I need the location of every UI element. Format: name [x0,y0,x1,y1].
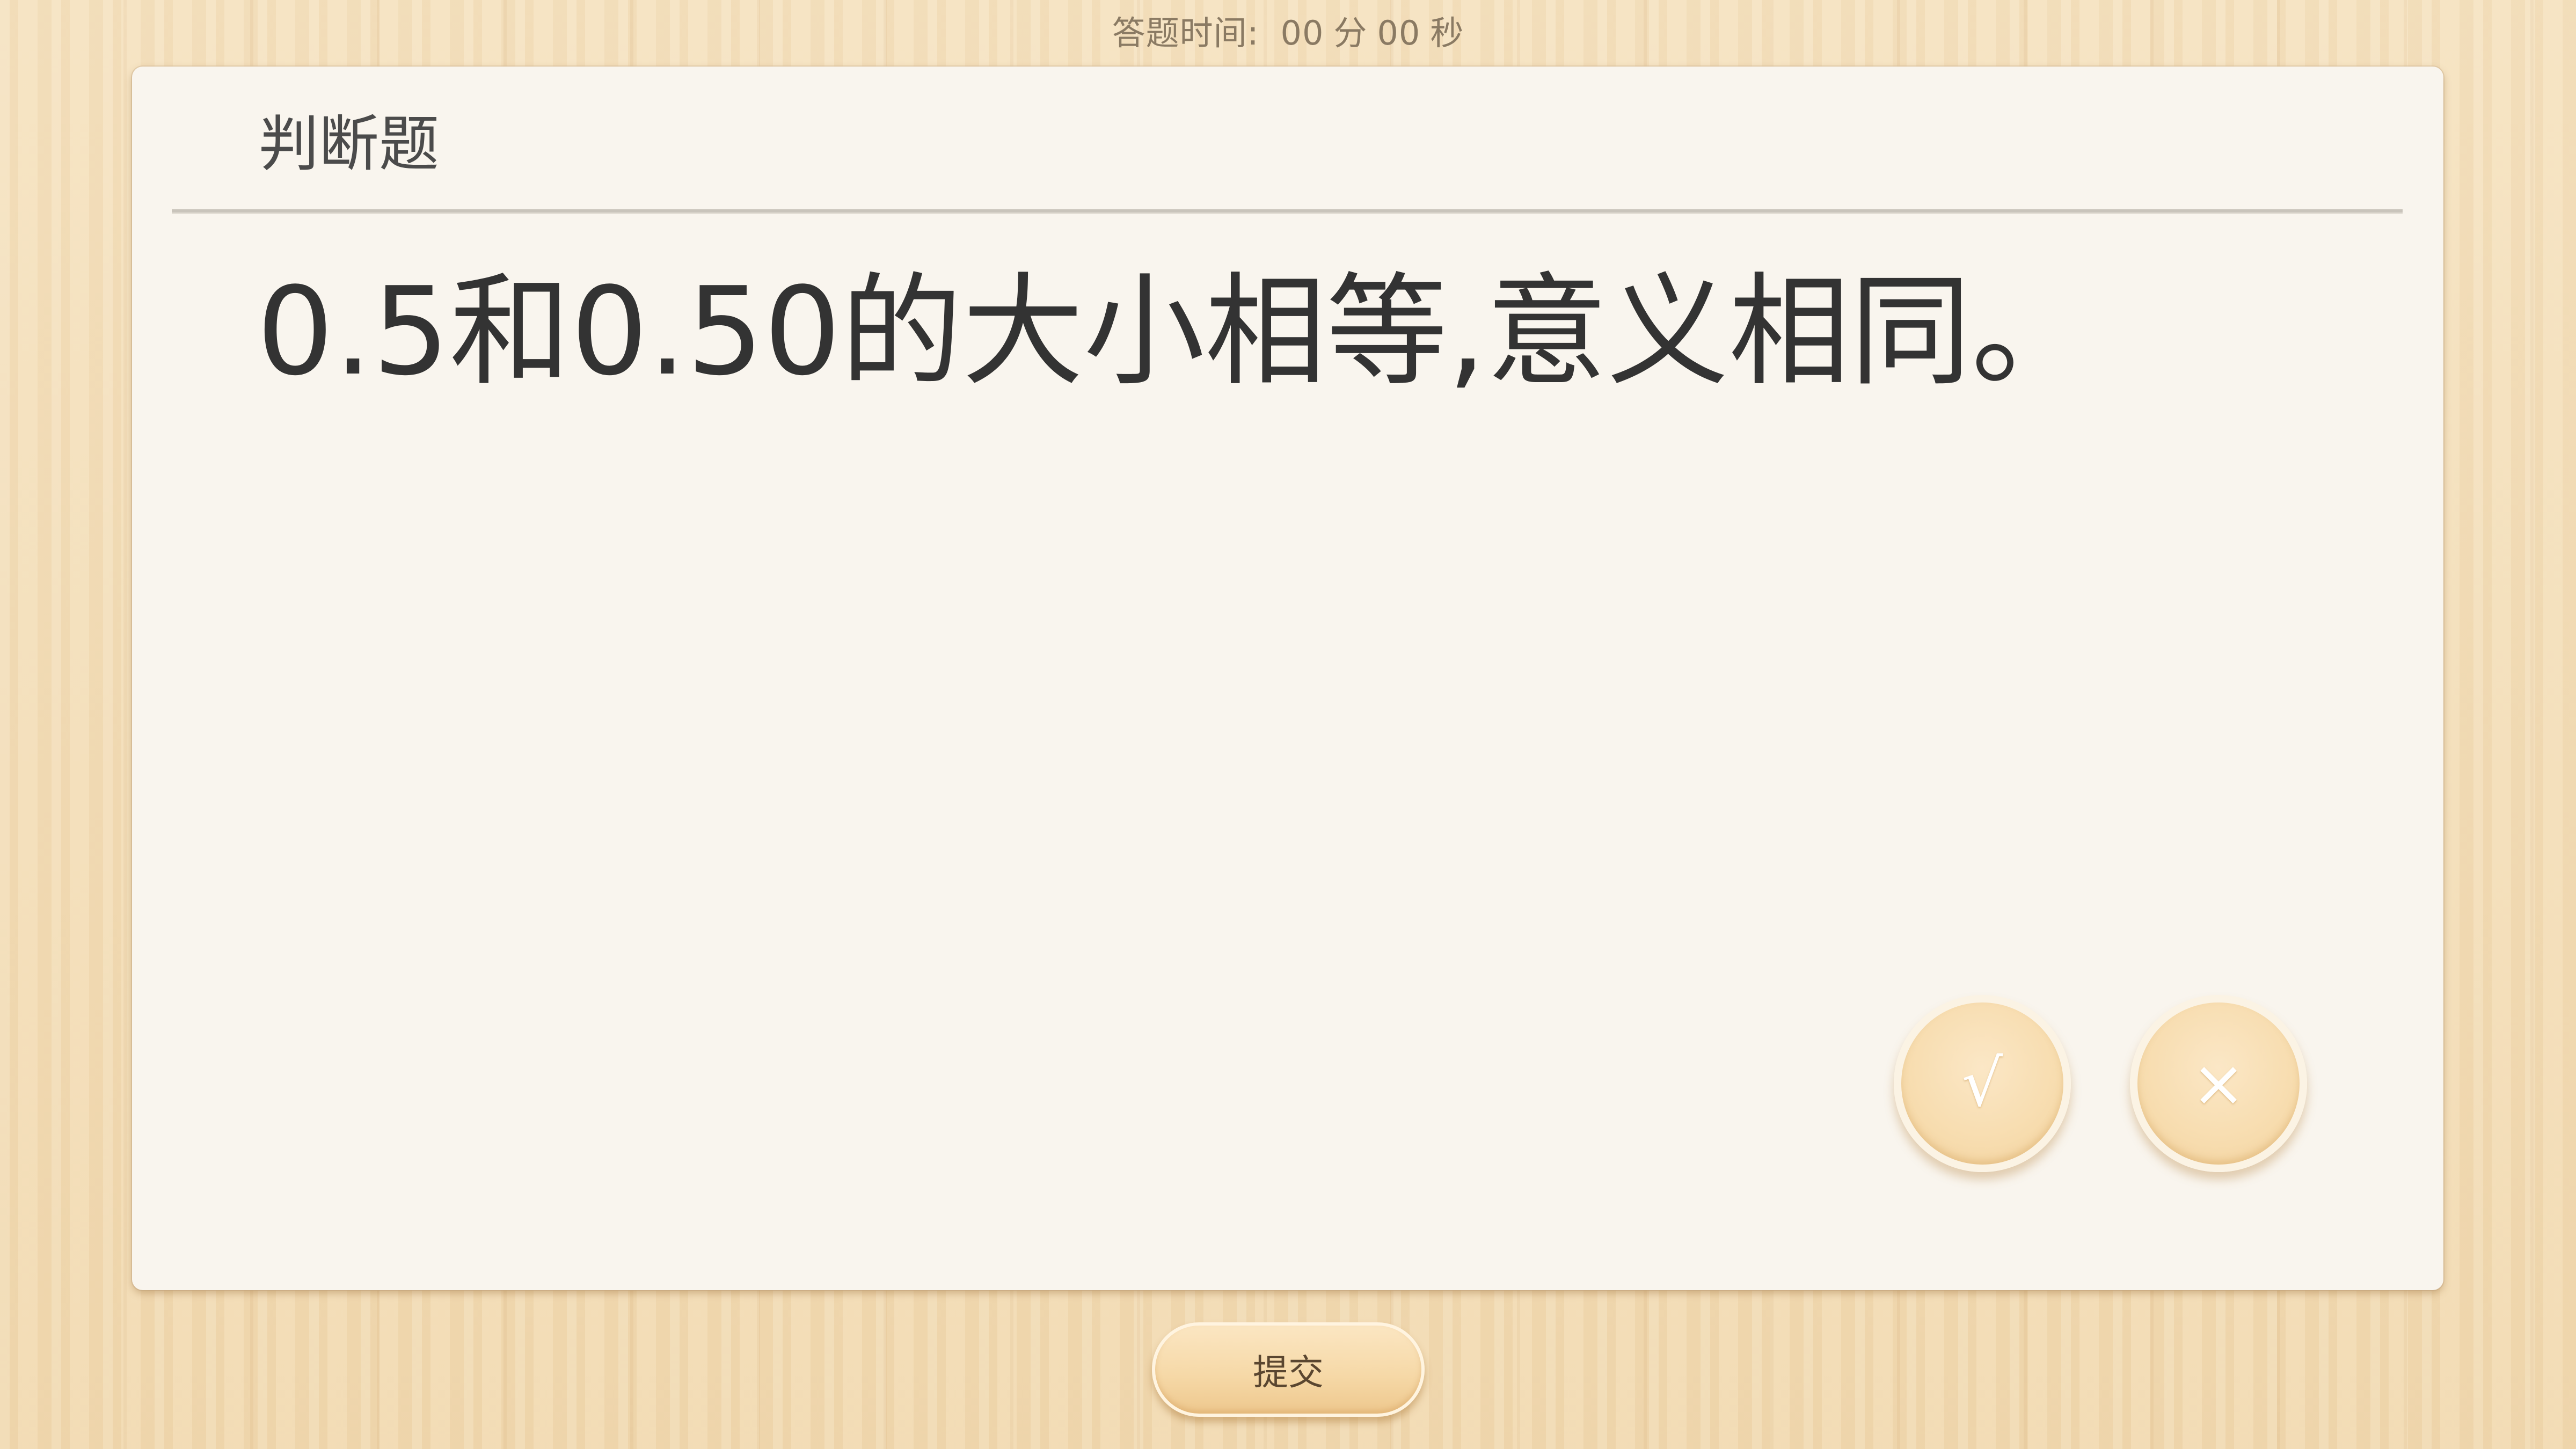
answer-timer: 答题时间: 00 分 00 秒 [0,8,2576,59]
question-text: 0.5和0.50的大小相等,意义相同。 [257,261,2093,402]
submit-button-label: 提交 [1253,1352,1324,1393]
cross-icon: × [2191,1046,2246,1121]
title-divider [172,209,2403,214]
question-card: 判断题 0.5和0.50的大小相等,意义相同。 √ × [132,67,2443,1290]
timer-minutes: 00 [1280,13,1324,53]
false-answer-button[interactable]: × [2130,995,2307,1172]
timer-label: 答题时间: [1112,13,1259,53]
timer-seconds: 00 [1377,13,1421,53]
submit-button[interactable]: 提交 [1152,1322,1425,1417]
checkmark-icon: √ [1961,1046,2003,1121]
timer-seconds-unit: 秒 [1430,13,1464,53]
true-answer-button[interactable]: √ [1894,995,2071,1172]
timer-minutes-unit: 分 [1333,13,1368,53]
question-type-title: 判断题 [259,109,439,179]
